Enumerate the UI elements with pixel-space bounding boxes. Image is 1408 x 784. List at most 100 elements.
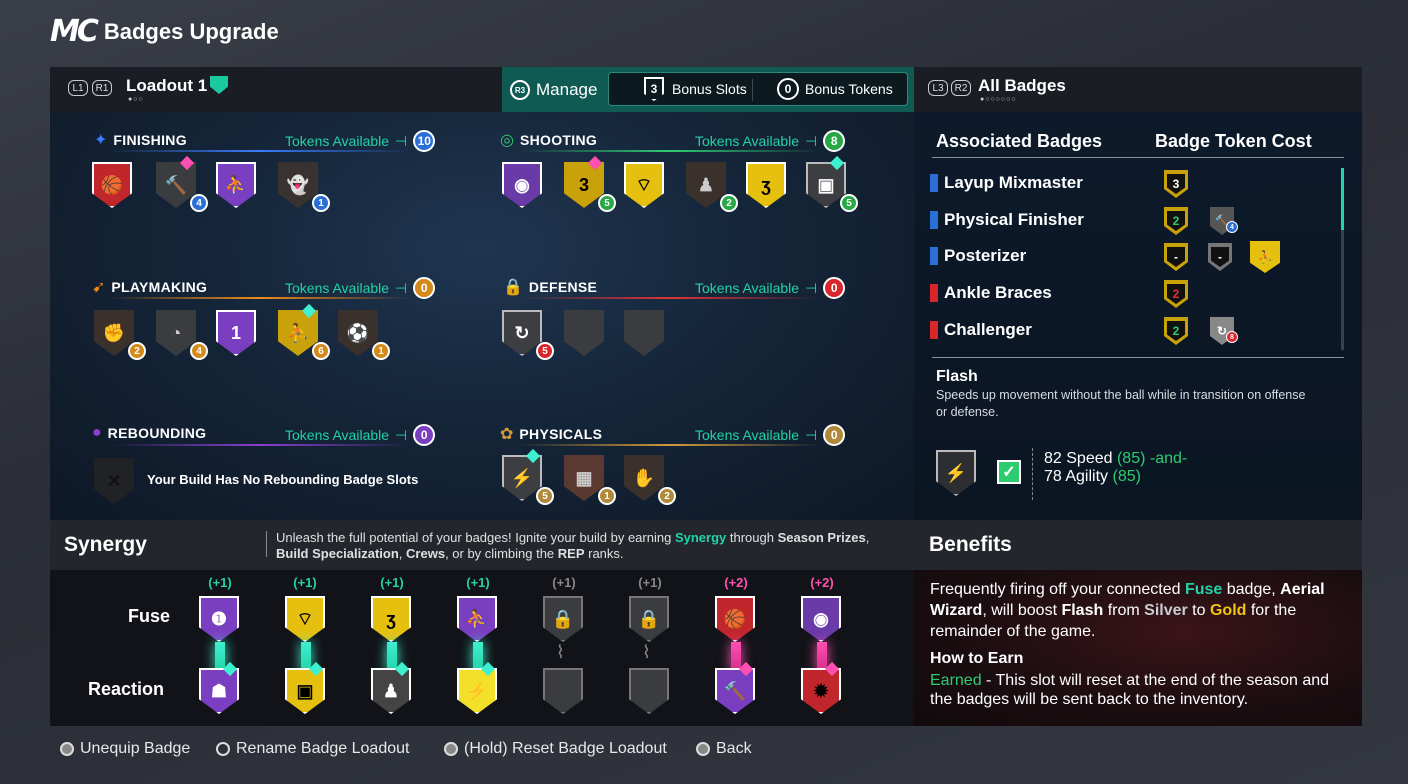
physicals-badge-3[interactable]: ✋ 2 <box>624 455 676 505</box>
reaction-slot-3[interactable]: ♟ <box>371 661 415 718</box>
manage-button[interactable]: R3 Manage <box>510 80 597 100</box>
cost-shield: 3 <box>1164 170 1188 198</box>
requirement-met-check-icon: ✓ <box>997 460 1021 484</box>
syn-desc-text: , <box>398 545 407 561</box>
back-action[interactable]: Back <box>696 740 752 758</box>
reset-loadout-action[interactable]: (Hold) Reset Badge Loadout <box>444 740 667 758</box>
fuse-slot-1[interactable]: ❶ <box>199 596 243 646</box>
l3-button-icon[interactable]: L3 <box>928 80 948 96</box>
shooting-badge-1[interactable]: ◉ <box>502 162 546 212</box>
circle-button-icon <box>696 742 710 756</box>
badge-name: Posterizer <box>944 246 1027 265</box>
defense-label: DEFENSE <box>528 279 598 295</box>
loadout-pager-dots: ●○○ <box>128 96 144 103</box>
aerial-badge-icon: ⛹ <box>457 596 497 642</box>
physicals-label: PHYSICALS <box>519 426 603 442</box>
synergy-description: Unleash the full potential of your badge… <box>276 530 896 561</box>
bonus-tokens-label: Bonus Tokens <box>805 81 893 97</box>
reaction-slot-7[interactable]: 🔨 <box>715 661 759 718</box>
badge-count: 2 <box>720 194 738 212</box>
all-badges-keys[interactable]: L3 R2 <box>928 80 971 96</box>
loadout-switch-keys[interactable]: L1 R1 <box>68 80 112 96</box>
badge-name: Challenger <box>944 320 1032 339</box>
defense-empty-slot-2[interactable] <box>624 310 668 360</box>
unequip-badge-action[interactable]: Unequip Badge <box>60 740 190 758</box>
reaction-slot-1[interactable]: ☗ <box>199 661 243 718</box>
posterizer-gold-badge-icon: ⛹ <box>1250 241 1280 273</box>
fuse-slot-8[interactable]: ◉ <box>801 596 845 646</box>
one-badge-icon: 1 <box>216 310 256 356</box>
r1-button-icon[interactable]: R1 <box>92 80 112 96</box>
assoc-row-challenger[interactable]: Challenger 2 ↻ 8 <box>930 317 1330 345</box>
defense-color-bar <box>930 321 938 339</box>
bonus-divider <box>752 79 753 101</box>
fuse-slot-7[interactable]: 🏀 <box>715 596 759 646</box>
syn-desc-text: through <box>726 530 778 545</box>
r2-button-icon[interactable]: R2 <box>951 80 971 96</box>
rename-loadout-action[interactable]: Rename Badge Loadout <box>216 740 409 758</box>
assoc-row-posterizer[interactable]: Posterizer - - ⛹ <box>930 241 1330 273</box>
finishing-badge-4[interactable]: 👻 1 <box>278 162 330 212</box>
triangle-button-icon <box>444 742 458 756</box>
defense-badge-1[interactable]: ↻ 5 <box>502 310 554 360</box>
assoc-row-physical-finisher[interactable]: Physical Finisher 2 🔨 4 <box>930 207 1330 235</box>
square-button-icon <box>60 742 74 756</box>
shooting-badge-2[interactable]: 35 <box>564 155 616 212</box>
tokens-available-label: Tokens Available <box>285 280 390 296</box>
playmaking-badge-5[interactable]: ⚽ 1 <box>338 310 390 360</box>
finishing-badge-3[interactable]: ⛹ <box>216 162 260 212</box>
header-divider <box>932 157 1344 158</box>
rebounding-label: REBOUNDING <box>107 425 207 441</box>
badge-count: 6 <box>312 342 330 360</box>
fuse-slot-4[interactable]: ⛹ <box>457 596 501 646</box>
assoc-row-ankle-braces[interactable]: Ankle Braces 2 <box>930 280 1330 308</box>
fuse-slot-3[interactable]: ʒ <box>371 596 415 646</box>
rebounding-tokens: Tokens Available ⊣ 0 <box>285 424 436 446</box>
defense-empty-slot-1[interactable] <box>564 310 608 360</box>
flash-requirements: 82 Speed (85) -and- 78 Agility (85) <box>1044 450 1187 487</box>
playmaking-badge-1[interactable]: ✊ 2 <box>94 310 146 360</box>
reaction-slot-4-selected[interactable]: ⚡ <box>457 661 501 718</box>
assoc-row-layup-mixmaster[interactable]: Layup Mixmaster 3 <box>930 170 1330 198</box>
playmaking-badge-2[interactable]: ◔ 4 <box>156 310 208 360</box>
playmaking-icon: ➹ <box>92 279 106 296</box>
shooting-badge-6[interactable]: ▣ 5 <box>806 155 858 212</box>
physicals-badge-1[interactable]: ⚡ 5 <box>502 448 554 505</box>
scrollbar-thumb[interactable] <box>1341 168 1344 230</box>
swirl-badge-icon: ʒ <box>371 596 411 642</box>
shooting-badge-5[interactable]: ʒ <box>746 162 790 212</box>
wifi-badge-icon: ⌔ <box>285 596 325 642</box>
playmaking-label: PLAYMAKING <box>111 279 208 295</box>
l1-button-icon[interactable]: L1 <box>68 80 88 96</box>
arrow-icon: ⊣ <box>395 132 408 149</box>
finishing-color-bar <box>930 174 938 192</box>
benefit-text: to <box>1187 601 1210 619</box>
mc-logo: MC <box>50 14 99 49</box>
reaction-slot-8[interactable]: ✹ <box>801 661 845 718</box>
flash-description: Speeds up movement without the ball whil… <box>936 388 1306 419</box>
shooting-badge-3[interactable]: ⌔ <box>624 162 668 212</box>
finishing-badge-1[interactable]: 🏀 <box>92 162 136 212</box>
fuse-slot-2[interactable]: ⌔ <box>285 596 329 646</box>
cost-value: - <box>1211 247 1229 267</box>
synergy-bonus-1: (+1) <box>208 575 232 590</box>
playmaking-badge-4[interactable]: ⛹ 6 <box>278 303 330 360</box>
reaction-slot-2[interactable]: ▣ <box>285 661 329 718</box>
syn-desc-synergy: Synergy <box>674 530 727 545</box>
badge-count: 2 <box>128 342 146 360</box>
cost-shield: 2 <box>1164 280 1188 308</box>
finishing-badge-2[interactable]: 🔨 4 <box>156 155 208 212</box>
physicals-tokens: Tokens Available ⊣ 0 <box>695 424 846 446</box>
scrollbar-track[interactable] <box>1341 230 1344 350</box>
syn-desc-bold: Crews <box>406 545 446 561</box>
player-badge-icon: ♟ <box>371 668 411 714</box>
mini-count: 4 <box>1226 221 1238 233</box>
playmaking-badge-3[interactable]: 1 <box>216 310 260 360</box>
r3-button-icon: R3 <box>510 80 530 100</box>
badge-count: 2 <box>658 487 676 505</box>
syn-desc-text: , <box>865 530 870 545</box>
shooting-badge-4[interactable]: ♟ 2 <box>686 162 738 212</box>
cost-value: - <box>1167 247 1185 267</box>
all-badges-pager-dots: ●○○○○○○ <box>980 96 1017 103</box>
physicals-badge-2[interactable]: ▦ 1 <box>564 455 616 505</box>
